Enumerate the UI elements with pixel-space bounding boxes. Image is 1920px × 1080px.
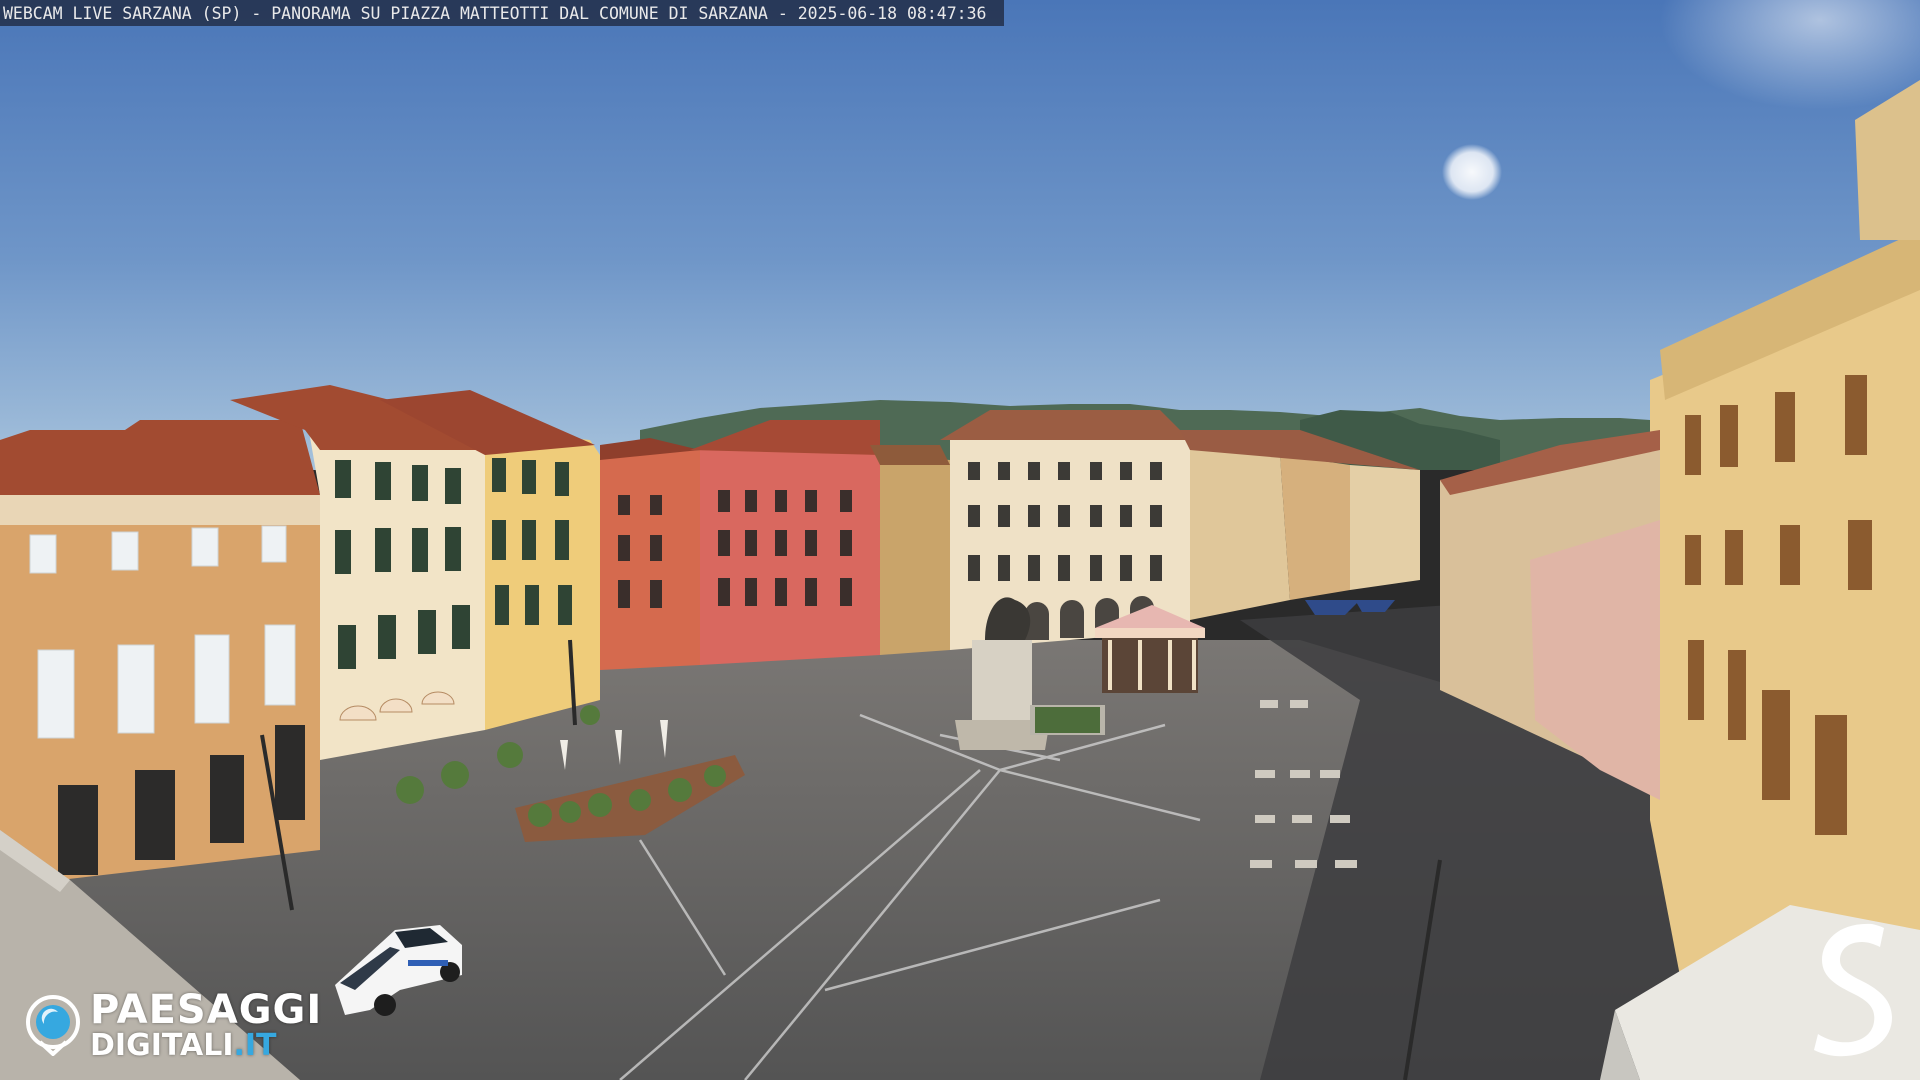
webcam-frame: WEBCAM LIVE SARZANA (SP) - PANORAMA SU P… — [0, 0, 1920, 1080]
lens-flare — [1442, 144, 1502, 200]
logo-line2-word: DIGITALI — [90, 1027, 234, 1063]
logo-line2-tld: .IT — [233, 1027, 277, 1063]
caption-text: WEBCAM LIVE SARZANA (SP) - PANORAMA SU P… — [3, 3, 987, 23]
logo-line1: PAESAGGI — [90, 986, 323, 1033]
camera-lens-icon — [24, 994, 82, 1057]
paesaggi-digitali-logo: PAESAGGI DIGITALI.IT — [24, 990, 322, 1060]
webcam-scene — [0, 0, 1920, 1080]
letter-s-logo-icon — [1814, 923, 1892, 1057]
timestamp-caption: WEBCAM LIVE SARZANA (SP) - PANORAMA SU P… — [0, 0, 1005, 26]
